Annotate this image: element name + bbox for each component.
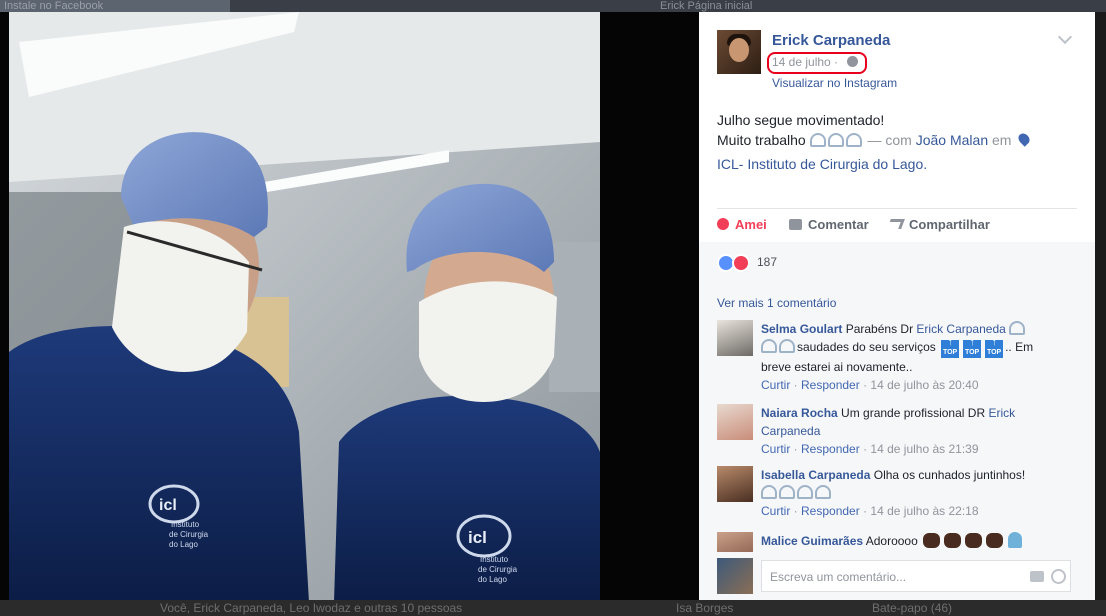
- wave-emoji-icon: [779, 485, 795, 499]
- post-line-1: Julho segue movimentado!: [717, 112, 885, 128]
- chevron-down-icon[interactable]: [1057, 29, 1073, 45]
- author-name[interactable]: Erick Carpaneda: [772, 32, 890, 49]
- wave-emoji-icon: [761, 339, 777, 353]
- heart-icon: [717, 218, 729, 230]
- comment-input-box[interactable]: [761, 560, 1071, 592]
- svg-text:Instituto: Instituto: [171, 520, 200, 529]
- location-pin-icon: [1016, 131, 1033, 147]
- love-button[interactable]: Amei: [717, 217, 767, 232]
- lightbox-edge: [1095, 12, 1106, 602]
- tagged-person-link[interactable]: João Malan: [916, 132, 988, 148]
- wave-emoji-icon: [827, 133, 844, 147]
- photo-stage[interactable]: icl Instituto de Cirurgia do Lago icl In…: [0, 12, 699, 602]
- comment-timestamp[interactable]: · 14 de julho às 21:39: [863, 442, 978, 456]
- commenter-name[interactable]: Naiara Rocha: [761, 406, 838, 420]
- background-top-nav: Erick Página inicial: [660, 0, 753, 12]
- comment-like-link[interactable]: Curtir: [761, 442, 790, 456]
- post-line-2: Muito trabalho — com João Malan em: [717, 130, 1077, 150]
- wave-emoji-icon: [1009, 321, 1026, 335]
- comment-reply-link[interactable]: Responder: [801, 378, 860, 392]
- svg-text:Instituto: Instituto: [480, 555, 509, 564]
- logo-text-right: icl: [468, 528, 487, 547]
- background-bottom-bar: Você, Erick Carpaneda, Leo Iwodaz e outr…: [0, 600, 1106, 616]
- comment-composer: [717, 558, 1077, 594]
- comment-like-link[interactable]: Curtir: [761, 504, 790, 518]
- svg-text:do Lago: do Lago: [478, 575, 507, 584]
- commenter-avatar[interactable]: [717, 532, 753, 552]
- comment-timestamp[interactable]: · 14 de julho às 22:18: [863, 504, 978, 518]
- view-more-comments-link[interactable]: Ver mais 1 comentário: [717, 296, 836, 310]
- logo-text-left: icl: [159, 497, 177, 514]
- svg-text:de Cirurgia: de Cirurgia: [478, 565, 518, 574]
- commenter-name[interactable]: Malice Guimarães: [761, 534, 863, 548]
- selfie-image: icl Instituto de Cirurgia do Lago icl In…: [9, 12, 600, 602]
- post-text: Julho segue movimentado! Muito trabalho …: [717, 110, 1077, 174]
- background-page-title: Instale no Facebook: [0, 0, 230, 12]
- post-photo[interactable]: icl Instituto de Cirurgia do Lago icl In…: [9, 12, 600, 602]
- fist-emoji-icon: [923, 533, 941, 548]
- fist-emoji-icon: [944, 533, 962, 548]
- wave-emoji-icon: [797, 485, 813, 499]
- comment-reply-link[interactable]: Responder: [801, 442, 860, 456]
- comment-icon: [789, 219, 802, 230]
- svg-text:do Lago: do Lago: [169, 540, 198, 549]
- share-button[interactable]: Compartilhar: [887, 217, 990, 232]
- camera-icon[interactable]: [1030, 571, 1044, 582]
- svg-text:de Cirurgia: de Cirurgia: [169, 530, 209, 539]
- post-date[interactable]: 14 de julho ·: [772, 55, 838, 69]
- commenter-name[interactable]: Selma Goulart: [761, 322, 842, 336]
- share-icon: [887, 219, 905, 229]
- top-emoji-icon: TOP: [963, 336, 982, 358]
- top-emoji-icon: TOP: [985, 336, 1004, 358]
- comment-input[interactable]: [770, 567, 1020, 587]
- wave-emoji-icon: [761, 485, 777, 499]
- comment-reply-link[interactable]: Responder: [801, 504, 860, 518]
- emoji-icon[interactable]: [1051, 569, 1066, 584]
- post-actions: Amei Comentar Compartilhar: [717, 208, 1077, 242]
- reaction-count[interactable]: 187: [757, 255, 777, 269]
- comment-button[interactable]: Comentar: [789, 217, 869, 232]
- place-link[interactable]: ICL- Instituto de Cirurgia do Lago.: [717, 156, 927, 172]
- girl-emoji-icon: [1008, 532, 1023, 548]
- author-avatar[interactable]: [717, 30, 761, 74]
- love-reaction-icon: [732, 254, 750, 272]
- comment-like-link[interactable]: Curtir: [761, 378, 790, 392]
- wave-emoji-icon: [845, 133, 862, 147]
- mention-link[interactable]: Erick Carpaneda: [916, 322, 1005, 336]
- comment-item: Malice Guimarães Adoroooo: [717, 532, 1077, 552]
- commenter-avatar[interactable]: [717, 466, 753, 502]
- wave-emoji-icon: [809, 133, 826, 147]
- comment-timestamp[interactable]: · 14 de julho às 20:40: [863, 378, 978, 392]
- globe-icon: [847, 56, 858, 67]
- fist-emoji-icon: [986, 533, 1004, 548]
- top-emoji-icon: TOP: [941, 336, 960, 358]
- fist-emoji-icon: [965, 533, 983, 548]
- commenter-avatar[interactable]: [717, 320, 753, 356]
- view-on-instagram-link[interactable]: Visualizar no Instagram: [772, 76, 897, 90]
- commenter-name[interactable]: Isabella Carpaneda: [761, 468, 870, 482]
- wave-emoji-icon: [815, 485, 831, 499]
- wave-emoji-icon: [779, 339, 795, 353]
- viewer-avatar[interactable]: [717, 558, 753, 594]
- comments-section: 187 Ver mais 1 comentário Selma Goulart …: [699, 242, 1095, 602]
- commenter-avatar[interactable]: [717, 404, 753, 440]
- post-panel: Erick Carpaneda 14 de julho · Visualizar…: [699, 12, 1095, 602]
